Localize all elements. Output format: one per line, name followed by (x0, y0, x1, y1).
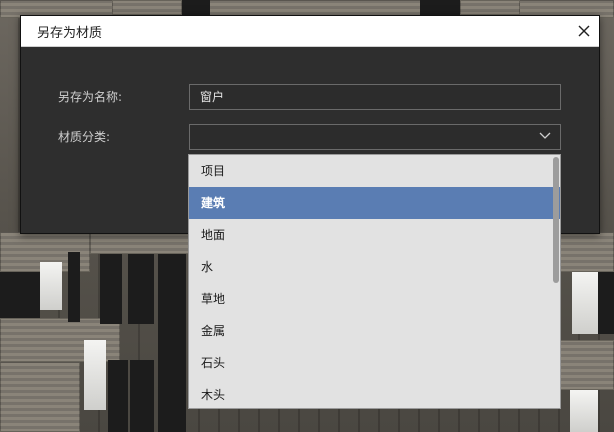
dialog-title: 另存为材质 (37, 25, 103, 41)
dropdown-item-stone[interactable]: 石头 (189, 347, 560, 379)
category-label: 材质分类: (58, 130, 111, 144)
close-icon (578, 25, 590, 37)
category-dropdown-list: 项目 建筑 地面 水 草地 金属 石头 木头 (188, 154, 561, 409)
dropdown-item-project[interactable]: 项目 (189, 155, 560, 187)
chevron-down-icon (539, 132, 551, 139)
category-select[interactable] (189, 124, 561, 150)
category-row: 材质分类: (21, 124, 599, 150)
dropdown-scrollbar[interactable] (553, 157, 559, 283)
dropdown-item-ground[interactable]: 地面 (189, 219, 560, 251)
dialog-titlebar: 另存为材质 (21, 16, 599, 47)
dropdown-item-metal[interactable]: 金属 (189, 315, 560, 347)
name-label: 另存为名称: (58, 90, 123, 104)
dropdown-item-water[interactable]: 水 (189, 251, 560, 283)
dropdown-item-architecture[interactable]: 建筑 (189, 187, 560, 219)
dropdown-item-wood[interactable]: 木头 (189, 379, 560, 408)
name-input[interactable]: 窗户 (189, 84, 561, 110)
name-row: 另存为名称: 窗户 (21, 84, 599, 110)
close-button[interactable] (569, 16, 599, 46)
dropdown-item-grass[interactable]: 草地 (189, 283, 560, 315)
